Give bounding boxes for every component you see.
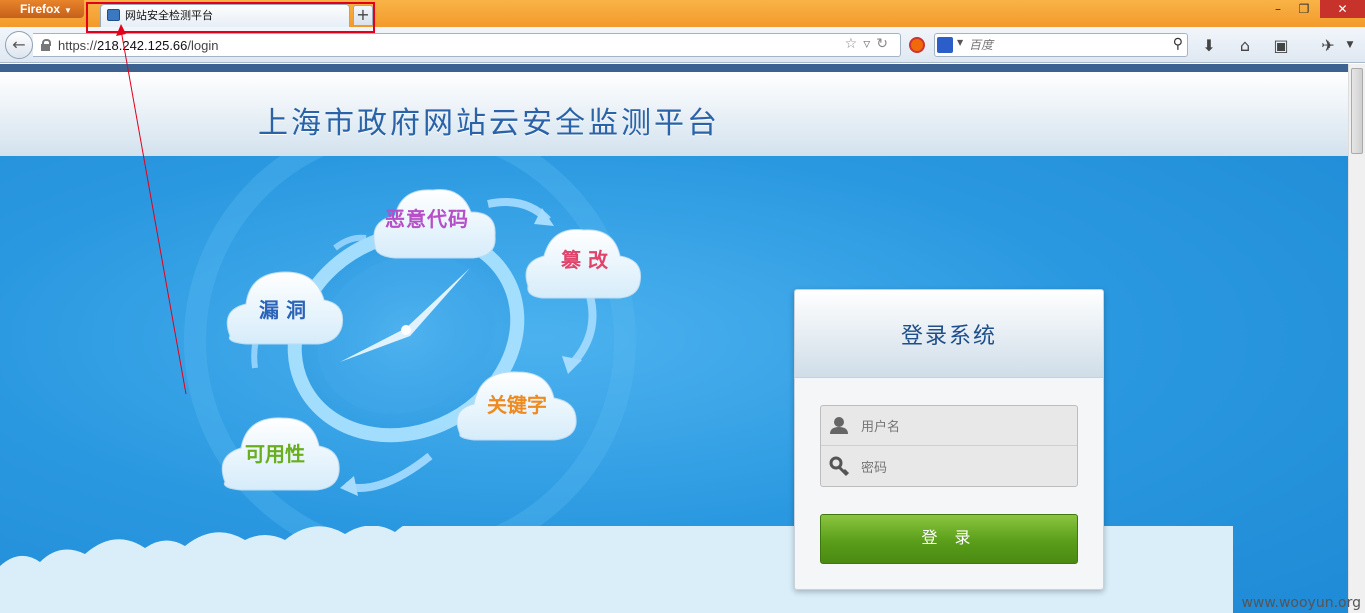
username-row (821, 406, 1077, 446)
login-fields (820, 405, 1078, 487)
minimize-button[interactable]: – (1266, 0, 1290, 18)
password-row (821, 447, 1077, 487)
bookmarks-menu-icon[interactable]: ▣ (1270, 36, 1292, 55)
login-panel: 登录系统 登 录 (794, 289, 1104, 590)
reload-icon[interactable]: ↻ (876, 36, 894, 52)
url-prefix: https:// (58, 38, 98, 53)
web-page: 上海市政府网站云安全监测平台 恶意代码 篡 改 漏 洞 关键字 可用性 登录系统… (0, 64, 1348, 613)
maximize-button[interactable]: ❐ (1292, 0, 1316, 18)
login-header: 登录系统 (795, 290, 1103, 378)
url-host: 218.242.125.66 (97, 38, 188, 53)
login-title: 登录系统 (900, 324, 997, 349)
url-text: https://218.242.125.66/login (58, 38, 218, 53)
search-input[interactable] (969, 35, 1159, 55)
search-bar: ▼ ⚲ (934, 33, 1188, 57)
noscript-icon[interactable] (909, 37, 925, 53)
url-bar-icons: ☆▿↻ (845, 36, 894, 52)
security-compass-illustration (184, 156, 642, 566)
addon-icon[interactable]: ✈ (1317, 36, 1339, 55)
address-bar[interactable]: https://218.242.125.66/login ☆▿↻ (33, 33, 901, 57)
firefox-menu-button[interactable]: Firefox ▼ (0, 0, 84, 18)
bookmark-star-icon[interactable]: ☆ (845, 36, 864, 52)
top-stripe (0, 64, 1348, 72)
login-button[interactable]: 登 录 (820, 514, 1078, 564)
main-banner: 恶意代码 篡 改 漏 洞 关键字 可用性 登录系统 用户名 登 录 (0, 156, 1348, 613)
cloud-label-vulnerability: 漏 洞 (259, 298, 306, 322)
scrollbar-thumb[interactable] (1351, 68, 1363, 154)
search-icon[interactable]: ⚲ (1173, 36, 1183, 52)
watermark-text: www.wooyun.org (1241, 595, 1361, 611)
close-window-button[interactable]: ✕ (1320, 0, 1365, 18)
baidu-engine-icon[interactable] (937, 37, 953, 53)
username-input[interactable] (861, 414, 1071, 438)
back-button[interactable]: ← (5, 31, 33, 59)
bottom-clouds-decoration (0, 526, 1233, 613)
key-icon (829, 456, 850, 477)
lock-icon (41, 39, 51, 51)
cloud-label-malicious-code: 恶意代码 (385, 207, 469, 231)
back-arrow-icon: ← (12, 35, 26, 54)
cloud-label-availability: 可用性 (245, 442, 305, 466)
toolbar-overflow-icon[interactable]: ▼ (1343, 40, 1357, 50)
url-path: /login (187, 38, 219, 53)
engine-dropdown-icon[interactable]: ▼ (957, 38, 963, 47)
user-icon (830, 417, 848, 434)
history-dropdown-icon[interactable]: ▿ (863, 36, 876, 52)
download-icon[interactable]: ⬇ (1198, 36, 1220, 55)
password-input[interactable] (861, 455, 1071, 479)
firefox-menu-label: Firefox (20, 2, 61, 16)
cloud-label-tamper: 篡 改 (561, 248, 608, 272)
site-header: 上海市政府网站云安全监测平台 (0, 72, 1348, 156)
annotation-highlight-box (86, 2, 375, 33)
chevron-down-icon: ▼ (64, 6, 72, 15)
cloud-label-keyword: 关键字 (487, 393, 547, 417)
home-icon[interactable]: ⌂ (1234, 36, 1256, 55)
vertical-scrollbar[interactable] (1348, 64, 1365, 613)
page-title: 上海市政府网站云安全监测平台 (258, 106, 720, 141)
